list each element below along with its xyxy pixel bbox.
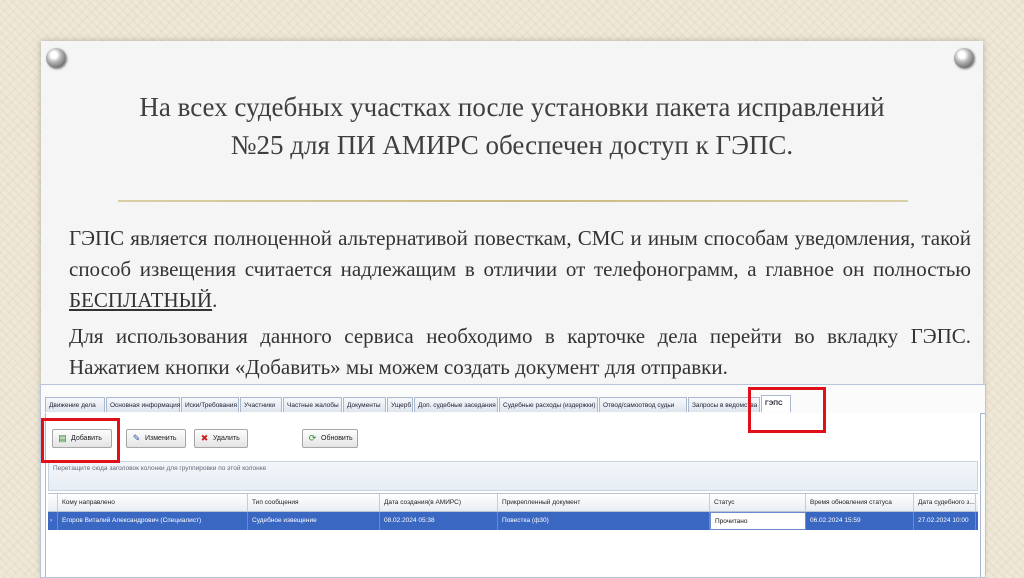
- column-header[interactable]: Статус: [710, 494, 806, 511]
- column-header[interactable]: Тип сообщения: [248, 494, 380, 511]
- edit-button[interactable]: ✎ Изменить: [126, 429, 186, 448]
- edit-icon: ✎: [132, 433, 141, 443]
- pushpin-icon: [954, 48, 974, 68]
- paragraph-instructions: Для использования данного сервиса необхо…: [69, 324, 971, 379]
- refresh-icon: ⟳: [308, 433, 317, 443]
- notifications-table: Кому направлено Тип сообщения Дата созда…: [48, 493, 978, 530]
- title-line-1: На всех судебных участках после установк…: [139, 92, 885, 122]
- tab-participants[interactable]: Участники: [240, 397, 282, 412]
- tab-damage[interactable]: Ущерб: [387, 397, 413, 412]
- slide-title: На всех судебных участках после установк…: [60, 88, 964, 164]
- column-header[interactable]: Время обновления статуса: [806, 494, 914, 511]
- table-row[interactable]: › Егоров Виталий Александрович (Специали…: [48, 512, 978, 530]
- edit-button-label: Изменить: [145, 435, 177, 442]
- paragraph-1-end: .: [212, 288, 218, 312]
- column-header[interactable]: Прикрепленный документ: [498, 494, 710, 511]
- highlight-gepс-tab: [748, 387, 826, 433]
- cell-updated: 06.02.2024 15:59: [806, 512, 914, 530]
- cell-created: 08.02.2024 05:38: [380, 512, 498, 530]
- row-marker-icon: ›: [48, 512, 58, 530]
- free-emphasis: БЕСПЛАТНЫЙ: [69, 288, 213, 312]
- column-header[interactable]: Дата создания(в АМИРС): [380, 494, 498, 511]
- cell-type: Судебное извещение: [248, 512, 380, 530]
- highlight-add-button: [41, 418, 120, 463]
- title-divider: [118, 200, 908, 202]
- column-header[interactable]: Дата судебного з...: [914, 494, 976, 511]
- case-tabs: Движение дела Основная информация Иски/Т…: [45, 395, 985, 414]
- title-line-2: №25 для ПИ АМИРС обеспечен доступ к ГЭПС…: [230, 130, 794, 160]
- cell-court-date: 27.02.2024 10:00: [914, 512, 976, 530]
- tab-private-complaints[interactable]: Частные жалобы: [283, 397, 342, 412]
- delete-button[interactable]: ✖ Удалить: [194, 429, 248, 448]
- tab-main-info[interactable]: Основная информация: [106, 397, 180, 412]
- case-card-window: Движение дела Основная информация Иски/Т…: [40, 384, 986, 578]
- group-by-area[interactable]: Перетащите сюда заголовок колонки для гр…: [48, 461, 978, 491]
- delete-button-label: Удалить: [213, 435, 240, 442]
- tab-documents[interactable]: Документы: [343, 397, 386, 412]
- table-header: Кому направлено Тип сообщения Дата созда…: [48, 493, 978, 512]
- tab-additional-hearings[interactable]: Доп. судебные заседания: [414, 397, 498, 412]
- delete-icon: ✖: [200, 433, 209, 443]
- row-marker-header: [48, 494, 58, 511]
- tab-case-movement[interactable]: Движение дела: [45, 397, 105, 412]
- gepс-panel: ▤ Добавить ✎ Изменить ✖ Удалить ⟳ Обнови…: [45, 413, 981, 577]
- paragraph-1-text: ГЭПС является полноценной альтернативой …: [69, 226, 971, 281]
- tab-court-costs[interactable]: Судебные расходы (издержки): [499, 397, 598, 412]
- paragraph-gepс-description: ГЭПС является полноценной альтернативой …: [69, 223, 971, 316]
- column-header[interactable]: Кому направлено: [58, 494, 248, 511]
- cell-recipient: Егоров Виталий Александрович (Специалист…: [58, 512, 248, 530]
- cell-status: Прочитано: [710, 512, 806, 530]
- refresh-button[interactable]: ⟳ Обновить: [302, 429, 358, 448]
- tab-claims[interactable]: Иски/Требования: [181, 397, 239, 412]
- tab-judge-recusal[interactable]: Отвод/самоотвод судьи: [599, 397, 687, 412]
- pushpin-icon: [46, 48, 66, 68]
- refresh-button-label: Обновить: [321, 435, 353, 442]
- cell-document: Повестка (ф30): [498, 512, 710, 530]
